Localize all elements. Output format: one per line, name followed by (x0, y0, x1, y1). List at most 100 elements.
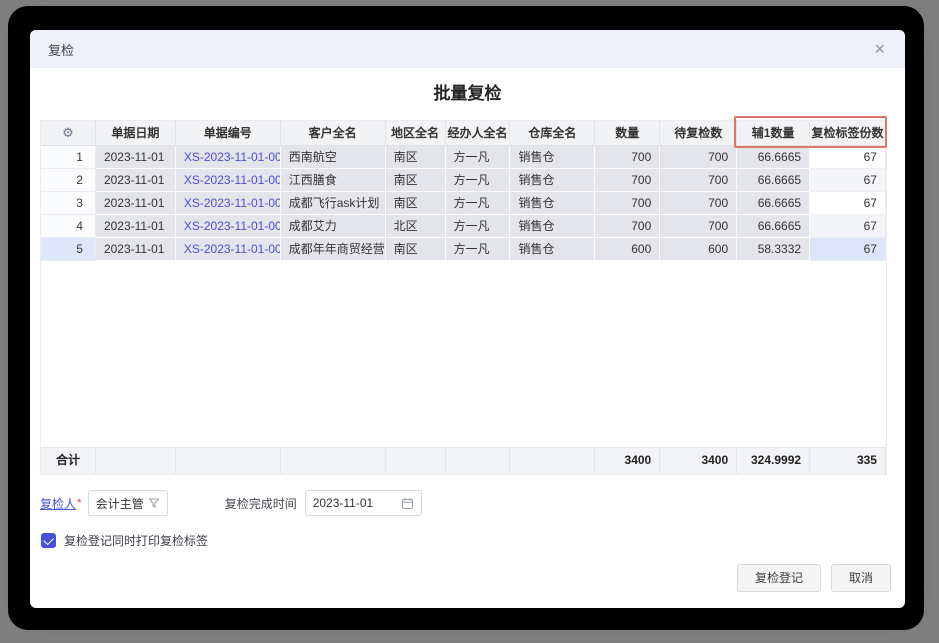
total-cell-date (96, 448, 176, 474)
cell-date: 2023-11-01 (96, 192, 176, 215)
inspector-form-row: 复检人 * 会计主管 复检完成时间 2023-11-01 (40, 490, 905, 516)
cell-pending: 700 (660, 169, 737, 192)
table-row[interactable]: 42023-11-01XS-2023-11-01-00050成都艾力北区方一凡销… (41, 215, 886, 238)
column-header-labels: 复检标签份数 (810, 121, 886, 146)
recheck-register-button[interactable]: 复检登记 (737, 564, 821, 592)
calendar-icon (401, 497, 414, 510)
cell-customer: 成都年年商贸经营部 (281, 238, 386, 261)
cell-pending: 700 (660, 215, 737, 238)
inspector-label[interactable]: 复检人 (40, 495, 76, 512)
close-icon[interactable]: × (874, 40, 885, 58)
cell-aux_qty: 66.6665 (737, 146, 810, 169)
total-cell-aux_qty: 324.9992 (737, 448, 810, 474)
total-cell-qty: 3400 (595, 448, 660, 474)
cell-date: 2023-11-01 (96, 169, 176, 192)
cell-customer: 成都艾力 (281, 215, 386, 238)
cell-warehouse: 销售仓 (510, 192, 595, 215)
inspector-value: 会计主管 (96, 495, 148, 512)
doc-number-link[interactable]: XS-2023-11-01-00047 (184, 150, 281, 164)
cell-handler: 方一凡 (446, 169, 511, 192)
cell-handler: 方一凡 (446, 238, 511, 261)
cell-region: 南区 (386, 146, 446, 169)
total-cell-pending: 3400 (660, 448, 737, 474)
cell-customer: 江西膳食 (281, 169, 386, 192)
inspector-select[interactable]: 会计主管 (88, 490, 168, 516)
cell-aux_qty: 66.6665 (737, 215, 810, 238)
total-cell-handler (446, 448, 511, 474)
cell-qty: 700 (595, 215, 660, 238)
doc-number-link[interactable]: XS-2023-11-01-00051 (184, 242, 281, 256)
finish-time-value: 2023-11-01 (313, 496, 401, 510)
cell-region: 南区 (386, 192, 446, 215)
cell-region: 南区 (386, 238, 446, 261)
label-count-cell[interactable]: 67 (810, 238, 886, 261)
dialog-title: 复检 (48, 40, 74, 59)
cell-region: 北区 (386, 215, 446, 238)
row-index-cell: 5 (41, 238, 96, 261)
cell-qty: 700 (595, 146, 660, 169)
label-count-cell[interactable]: 67 (810, 169, 886, 192)
recheck-dialog: 复检 × 批量复检 ⚙ 单据日期单据编号客户全名地区全名经办人全名仓库全名数量待… (30, 30, 905, 608)
cell-warehouse: 销售仓 (510, 215, 595, 238)
column-header-region: 地区全名 (386, 121, 446, 146)
column-settings-cell: ⚙ (41, 121, 96, 146)
dialog-header: 复检 × (30, 30, 905, 68)
column-header-date: 单据日期 (96, 121, 176, 146)
label-count-cell[interactable]: 67 (810, 192, 886, 215)
cell-aux_qty: 66.6665 (737, 169, 810, 192)
print-label-text: 复检登记同时打印复检标签 (64, 532, 208, 549)
cell-date: 2023-11-01 (96, 146, 176, 169)
cell-aux_qty: 58.3332 (737, 238, 810, 261)
table-empty-area (41, 261, 886, 447)
column-header-qty: 数量 (595, 121, 660, 146)
cell-doc_no: XS-2023-11-01-00049 (176, 192, 281, 215)
doc-number-link[interactable]: XS-2023-11-01-00050 (184, 219, 281, 233)
total-cell-warehouse (510, 448, 595, 474)
required-mark: * (77, 496, 82, 510)
cell-warehouse: 销售仓 (510, 238, 595, 261)
total-cell-region (386, 448, 446, 474)
table-total-row: 合计34003400324.9992335 (41, 447, 886, 474)
column-header-aux_qty: 辅1数量 (737, 121, 810, 146)
column-header-doc_no: 单据编号 (176, 121, 281, 146)
cell-qty: 700 (595, 169, 660, 192)
cancel-button[interactable]: 取消 (831, 564, 891, 592)
total-cell-doc_no (176, 448, 281, 474)
gear-icon[interactable]: ⚙ (62, 121, 74, 145)
table-row[interactable]: 12023-11-01XS-2023-11-01-00047西南航空南区方一凡销… (41, 146, 886, 169)
row-index-cell: 4 (41, 215, 96, 238)
cell-handler: 方一凡 (446, 192, 511, 215)
cell-doc_no: XS-2023-11-01-00051 (176, 238, 281, 261)
cell-warehouse: 销售仓 (510, 169, 595, 192)
column-header-customer: 客户全名 (281, 121, 386, 146)
table-row[interactable]: 52023-11-01XS-2023-11-01-00051成都年年商贸经营部南… (41, 238, 886, 261)
cell-doc_no: XS-2023-11-01-00047 (176, 146, 281, 169)
cell-pending: 700 (660, 146, 737, 169)
table-body: 12023-11-01XS-2023-11-01-00047西南航空南区方一凡销… (41, 146, 886, 261)
total-label-cell: 合计 (41, 448, 96, 474)
label-count-cell[interactable]: 67 (810, 215, 886, 238)
row-index-cell: 3 (41, 192, 96, 215)
table-row[interactable]: 22023-11-01XS-2023-11-01-00048江西膳食南区方一凡销… (41, 169, 886, 192)
cell-handler: 方一凡 (446, 215, 511, 238)
cell-qty: 600 (595, 238, 660, 261)
column-header-pending: 待复检数 (660, 121, 737, 146)
cell-pending: 700 (660, 192, 737, 215)
finish-time-label: 复检完成时间 (225, 495, 297, 512)
doc-number-link[interactable]: XS-2023-11-01-00049 (184, 196, 281, 210)
filter-funnel-icon (148, 497, 160, 509)
print-label-checkbox[interactable] (41, 533, 56, 548)
cell-doc_no: XS-2023-11-01-00050 (176, 215, 281, 238)
doc-number-link[interactable]: XS-2023-11-01-00048 (184, 173, 281, 187)
cell-pending: 600 (660, 238, 737, 261)
page-title: 批量复检 (30, 82, 905, 106)
cell-customer: 西南航空 (281, 146, 386, 169)
table-row[interactable]: 32023-11-01XS-2023-11-01-00049成都飞行ask计划南… (41, 192, 886, 215)
cell-aux_qty: 66.6665 (737, 192, 810, 215)
label-count-cell[interactable]: 67 (810, 146, 886, 169)
finish-time-input[interactable]: 2023-11-01 (305, 490, 422, 516)
row-index-cell: 1 (41, 146, 96, 169)
batch-recheck-table: ⚙ 单据日期单据编号客户全名地区全名经办人全名仓库全名数量待复检数辅1数量复检标… (40, 120, 887, 475)
dialog-footer: 复检登记 取消 (737, 564, 891, 592)
total-cell-customer (281, 448, 386, 474)
